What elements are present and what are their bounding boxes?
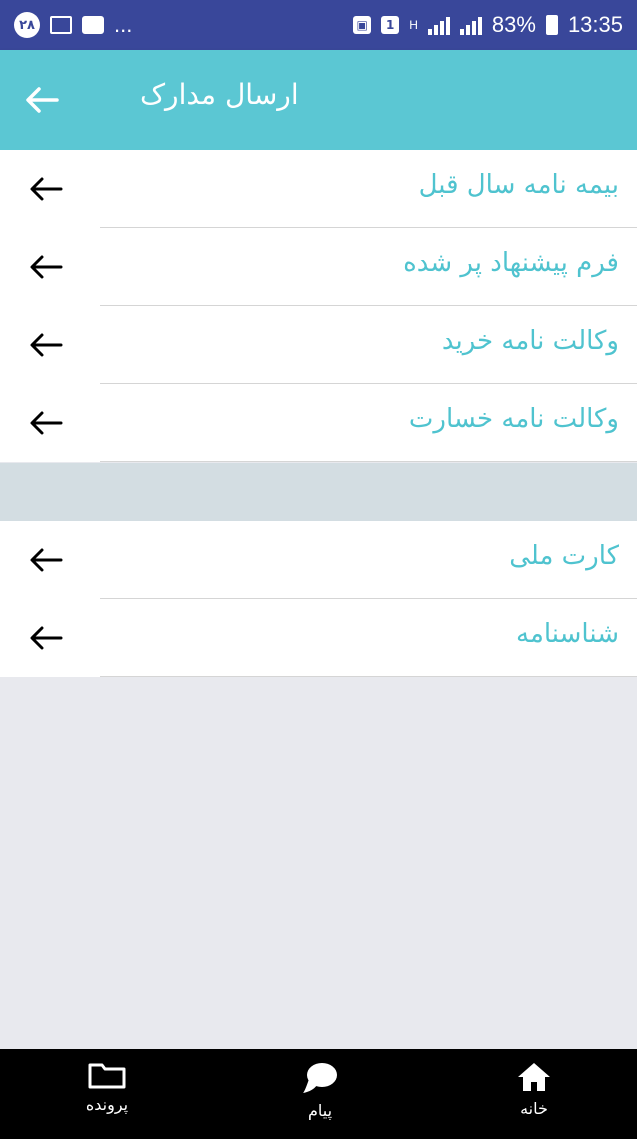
divider (100, 676, 637, 677)
list-item[interactable]: بیمه نامه سال قبل (0, 150, 637, 228)
list-item-label: بیمه نامه سال قبل (418, 170, 619, 200)
back-button[interactable] (22, 80, 62, 120)
app-bar: ارسال مدارک (0, 50, 637, 150)
arrow-left-icon (26, 87, 59, 113)
battery-icon (545, 15, 558, 35)
list-item[interactable]: فرم پیشنهاد پر شده (0, 228, 637, 306)
image-notification-icon (50, 16, 72, 34)
documents-list-1: بیمه نامه سال قبل فرم پیشنهاد پر شده وکا… (0, 150, 637, 462)
signal-2-icon (459, 15, 482, 35)
nav-label: خانه (520, 1099, 548, 1118)
lock-icon: ▣ (353, 16, 372, 34)
arrow-left-icon (26, 325, 66, 365)
nav-item-messages[interactable]: پیام (260, 1061, 380, 1120)
folder-icon (88, 1063, 126, 1089)
nav-label: پیام (307, 1101, 333, 1120)
chat-icon (303, 1063, 337, 1093)
arrow-left-icon (26, 169, 66, 209)
message-notification-icon (82, 16, 104, 34)
arrow-left-icon (26, 247, 66, 287)
network-type: H (409, 18, 418, 32)
section-separator (0, 463, 637, 521)
documents-list-2: کارت ملی شناسنامه (0, 521, 637, 677)
page-title: ارسال مدارک (140, 78, 299, 111)
nav-item-files[interactable]: پرونده (47, 1061, 167, 1114)
list-item[interactable]: وکالت نامه خسارت (0, 384, 637, 462)
list-item-label: وکالت نامه خسارت (408, 404, 619, 434)
arrow-left-icon (26, 403, 66, 443)
list-item[interactable]: کارت ملی (0, 521, 637, 599)
list-item[interactable]: شناسنامه (0, 599, 637, 677)
arrow-left-icon (26, 540, 66, 580)
nav-item-home[interactable]: خانه (474, 1061, 594, 1118)
list-item[interactable]: وکالت نامه خرید (0, 306, 637, 384)
list-item-label: شناسنامه (516, 619, 619, 649)
list-item-label: کارت ملی (509, 541, 619, 571)
nav-label: پرونده (85, 1095, 129, 1114)
bottom-navigation: پرونده پیام خانه (0, 1049, 637, 1139)
sim-icon: 1 (381, 16, 400, 34)
list-item-label: فرم پیشنهاد پر شده (403, 248, 619, 278)
battery-percent: 83% (491, 12, 536, 37)
signal-icon (427, 15, 450, 35)
more-notifications: ... (114, 12, 133, 37)
arrow-left-icon (26, 618, 66, 658)
list-item-label: وکالت نامه خرید (441, 326, 619, 356)
status-left: ۲۸ ... (14, 12, 132, 38)
divider (100, 461, 637, 462)
clock: 13:35 (567, 12, 623, 37)
status-right: ▣ 1 H 83% 13:35 (353, 12, 623, 38)
date-badge: ۲۸ (14, 12, 40, 38)
status-bar: ۲۸ ... ▣ 1 H 83% 13:35 (0, 0, 637, 50)
home-icon (518, 1063, 550, 1091)
